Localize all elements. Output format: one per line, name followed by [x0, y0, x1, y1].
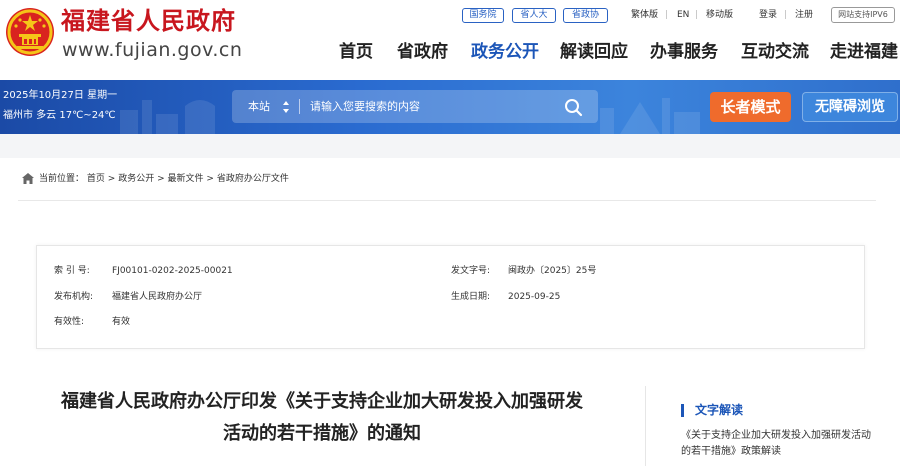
- search-bar: 本站: [232, 90, 598, 123]
- document-metadata: 索 引 号: FJ00101-0202-2025-00021 发文字号: 闽政办…: [36, 245, 865, 349]
- sidebar-section-title: 文字解读: [695, 403, 744, 417]
- index-label: 索 引 号:: [54, 266, 90, 276]
- weather-info: 福州市 多云 17℃~24℃: [3, 110, 116, 121]
- document-title-line2: 活动的若干措施》的通知: [223, 423, 421, 444]
- gov-link-state-council[interactable]: 国务院: [462, 8, 504, 23]
- validity-label: 有效性:: [54, 317, 85, 327]
- traditional-chinese-link[interactable]: 繁体版: [631, 8, 658, 22]
- home-icon: [22, 173, 34, 184]
- policy-interpretation-link[interactable]: 《关于支持企业加大研发投入加强研发活动的若干措施》政策解读: [681, 428, 876, 460]
- breadcrumb-separator: >: [206, 174, 214, 184]
- accessibility-button[interactable]: 无障碍浏览: [802, 92, 898, 122]
- elder-mode-button[interactable]: 长者模式: [710, 92, 791, 122]
- breadcrumb-office-docs[interactable]: 省政府办公厅文件: [217, 174, 289, 184]
- doc-number-value: 闽政办〔2025〕25号: [508, 266, 597, 276]
- site-url[interactable]: www.fujian.gov.cn: [62, 39, 242, 61]
- current-date: 2025年10月27日 星期一: [3, 90, 118, 101]
- nav-interpretation[interactable]: 解读回应: [560, 41, 628, 63]
- separator: |: [665, 10, 669, 20]
- search-divider: [299, 99, 300, 114]
- nav-home[interactable]: 首页: [339, 41, 373, 63]
- section-marker: [681, 404, 684, 417]
- nav-government-affairs[interactable]: 政务公开: [471, 41, 539, 63]
- gov-link-provincial-cppcc[interactable]: 省政协: [563, 8, 608, 23]
- nav-provincial-government[interactable]: 省政府: [397, 41, 448, 63]
- breadcrumb-home[interactable]: 首页: [87, 174, 105, 184]
- main-content: 当前位置： 首页 > 政务公开 > 最新文件 > 省政府办公厅文件 索 引 号:…: [0, 158, 900, 466]
- search-input[interactable]: [310, 96, 550, 117]
- sort-arrows-icon[interactable]: [282, 98, 290, 116]
- date-label: 生成日期:: [451, 292, 491, 302]
- breadcrumb-separator: >: [157, 174, 165, 184]
- doc-number-label: 发文字号:: [451, 266, 491, 276]
- national-emblem-icon: [6, 8, 54, 56]
- validity-value: 有效: [112, 317, 131, 327]
- breadcrumb-separator: >: [107, 174, 116, 184]
- site-header: 福建省人民政府 www.fujian.gov.cn 国务院 省人大 省政协 繁体…: [0, 0, 900, 80]
- issuer-label: 发布机构:: [54, 292, 94, 302]
- breadcrumb-divider: [18, 200, 876, 201]
- english-link[interactable]: EN: [677, 8, 689, 22]
- site-name[interactable]: 福建省人民政府: [61, 5, 236, 37]
- search-banner: 2025年10月27日 星期一 福州市 多云 17℃~24℃ 本站 长者模式 无…: [0, 80, 900, 134]
- sidebar-divider: [645, 386, 646, 466]
- separator: |: [784, 10, 788, 20]
- register-link[interactable]: 注册: [795, 8, 813, 22]
- gov-link-provincial-congress[interactable]: 省人大: [512, 8, 556, 23]
- date-value: 2025-09-25: [508, 292, 561, 302]
- nav-interaction[interactable]: 互动交流: [741, 41, 809, 63]
- nav-services[interactable]: 办事服务: [650, 41, 718, 63]
- index-value: FJ00101-0202-2025-00021: [112, 266, 233, 276]
- mobile-version-link[interactable]: 移动版: [706, 8, 733, 22]
- search-scope-select[interactable]: 本站: [248, 99, 270, 114]
- breadcrumb-latest-docs[interactable]: 最新文件: [168, 174, 204, 184]
- search-icon[interactable]: [562, 96, 586, 118]
- login-link[interactable]: 登录: [759, 8, 777, 22]
- document-title-line1: 福建省人民政府办公厅印发《关于支持企业加大研发投入加强研发: [61, 391, 583, 412]
- breadcrumb-prefix: 当前位置：: [39, 174, 85, 184]
- issuer-value: 福建省人民政府办公厅: [112, 292, 203, 302]
- nav-about-fujian[interactable]: 走进福建: [830, 41, 898, 63]
- breadcrumb-gov-affairs[interactable]: 政务公开: [118, 174, 154, 184]
- separator: |: [695, 10, 699, 20]
- ipv6-badge: 网站支持IPV6: [831, 7, 895, 23]
